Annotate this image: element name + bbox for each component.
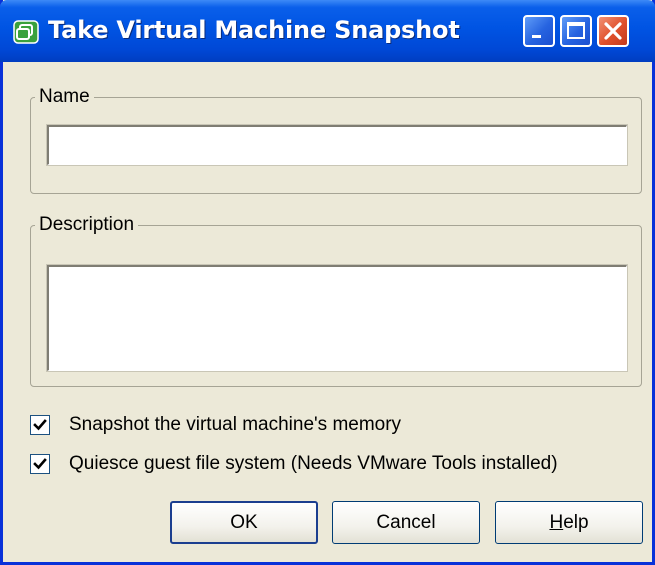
description-textarea[interactable]: [46, 264, 628, 372]
name-group-label: Name: [35, 86, 94, 108]
maximize-button[interactable]: [560, 15, 592, 47]
close-button[interactable]: [597, 15, 629, 47]
snapshot-memory-checkbox[interactable]: [30, 415, 50, 435]
cancel-button[interactable]: Cancel: [332, 501, 480, 544]
description-group-label: Description: [35, 214, 139, 236]
minimize-button[interactable]: [523, 15, 555, 47]
title-bar[interactable]: Take Virtual Machine Snapshot: [0, 0, 655, 62]
checkmark-icon: [33, 419, 47, 431]
snapshot-dialog: Take Virtual Machine Snapshot Name Descr…: [0, 0, 655, 565]
ok-button[interactable]: OK: [170, 501, 318, 544]
name-input[interactable]: [46, 124, 628, 166]
vsphere-icon: [13, 20, 39, 44]
help-button[interactable]: Help: [495, 501, 643, 544]
quiesce-checkbox[interactable]: [30, 454, 50, 474]
quiesce-label: Quiesce guest file system (Needs VMware …: [69, 453, 558, 474]
window-title: Take Virtual Machine Snapshot: [48, 16, 460, 44]
snapshot-memory-label: Snapshot the virtual machine's memory: [69, 414, 402, 435]
help-accelerator: H: [549, 512, 564, 533]
checkmark-icon: [33, 458, 47, 470]
help-label-rest: elp: [563, 512, 589, 533]
